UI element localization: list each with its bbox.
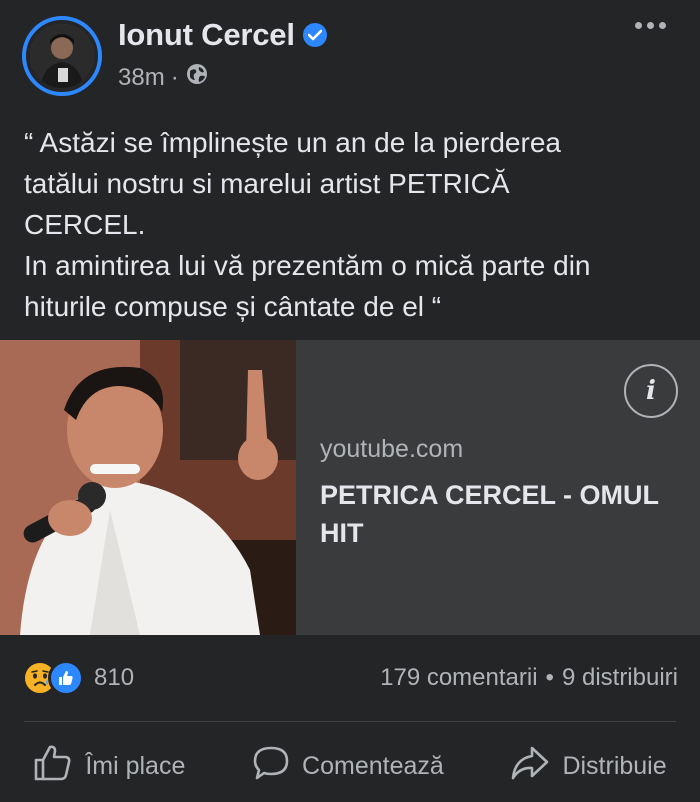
info-icon[interactable]: i <box>624 364 678 418</box>
avatar-silhouette-icon <box>30 24 94 88</box>
link-title[interactable]: PETRICA CERCEL - OMUL HIT <box>320 476 680 552</box>
share-arrow-icon <box>510 745 550 788</box>
author-avatar[interactable] <box>22 16 102 96</box>
stats-separator: • <box>545 664 554 691</box>
share-label: Distribuie <box>562 751 667 780</box>
action-bar: Îmi place Comentează Distribuie <box>0 730 700 802</box>
globe-icon[interactable] <box>185 62 209 93</box>
link-preview-card[interactable]: i youtube.com PETRICA CERCEL - OMUL HIT <box>0 340 700 635</box>
thumbs-up-icon <box>33 744 73 789</box>
link-thumbnail[interactable] <box>0 340 296 635</box>
speech-bubble-icon <box>252 745 290 788</box>
post-time[interactable]: 38m <box>118 64 165 92</box>
like-reaction-icon <box>48 660 84 696</box>
comment-button[interactable]: Comentează <box>252 745 444 788</box>
reaction-summary[interactable]: 810 <box>22 660 134 696</box>
post-header: Ionut Cercel 38m · <box>0 0 700 110</box>
share-button[interactable]: Distribuie <box>510 745 667 788</box>
author-row: Ionut Cercel <box>118 17 327 53</box>
verified-badge-icon <box>302 23 327 47</box>
shares-count[interactable]: 9 distribuiri <box>562 664 678 692</box>
post-text-line: “ Astăzi se împlinește un an de la pierd… <box>24 127 561 158</box>
author-name[interactable]: Ionut Cercel <box>118 17 295 53</box>
meta-separator: · <box>170 63 179 91</box>
like-button[interactable]: Îmi place <box>33 744 185 789</box>
link-info: i youtube.com PETRICA CERCEL - OMUL HIT <box>296 340 700 635</box>
comments-count[interactable]: 179 comentarii <box>380 664 537 692</box>
post-text-line: hiturile compuse și cântate de el “ <box>24 291 442 322</box>
post-meta: 38m · <box>118 62 209 93</box>
comment-label: Comentează <box>302 751 444 780</box>
reaction-count: 810 <box>94 664 135 691</box>
avatar-image <box>30 24 94 88</box>
link-domain: youtube.com <box>320 435 464 463</box>
post-text-line: CERCEL. <box>24 209 146 240</box>
post-text-line: In amintirea lui vă prezentăm o mică par… <box>24 250 591 281</box>
singer-photo-icon <box>0 340 296 635</box>
post-text-line: tatălui nostru si marelui artist PETRICĂ <box>24 168 510 199</box>
like-label: Îmi place <box>85 751 186 780</box>
divider <box>24 721 676 722</box>
post-text: “ Astăzi se împlinește un an de la pierd… <box>24 122 684 327</box>
more-options-icon[interactable] <box>635 22 666 29</box>
engagement-stats: 179 comentarii • 9 distribuiri <box>380 664 678 692</box>
